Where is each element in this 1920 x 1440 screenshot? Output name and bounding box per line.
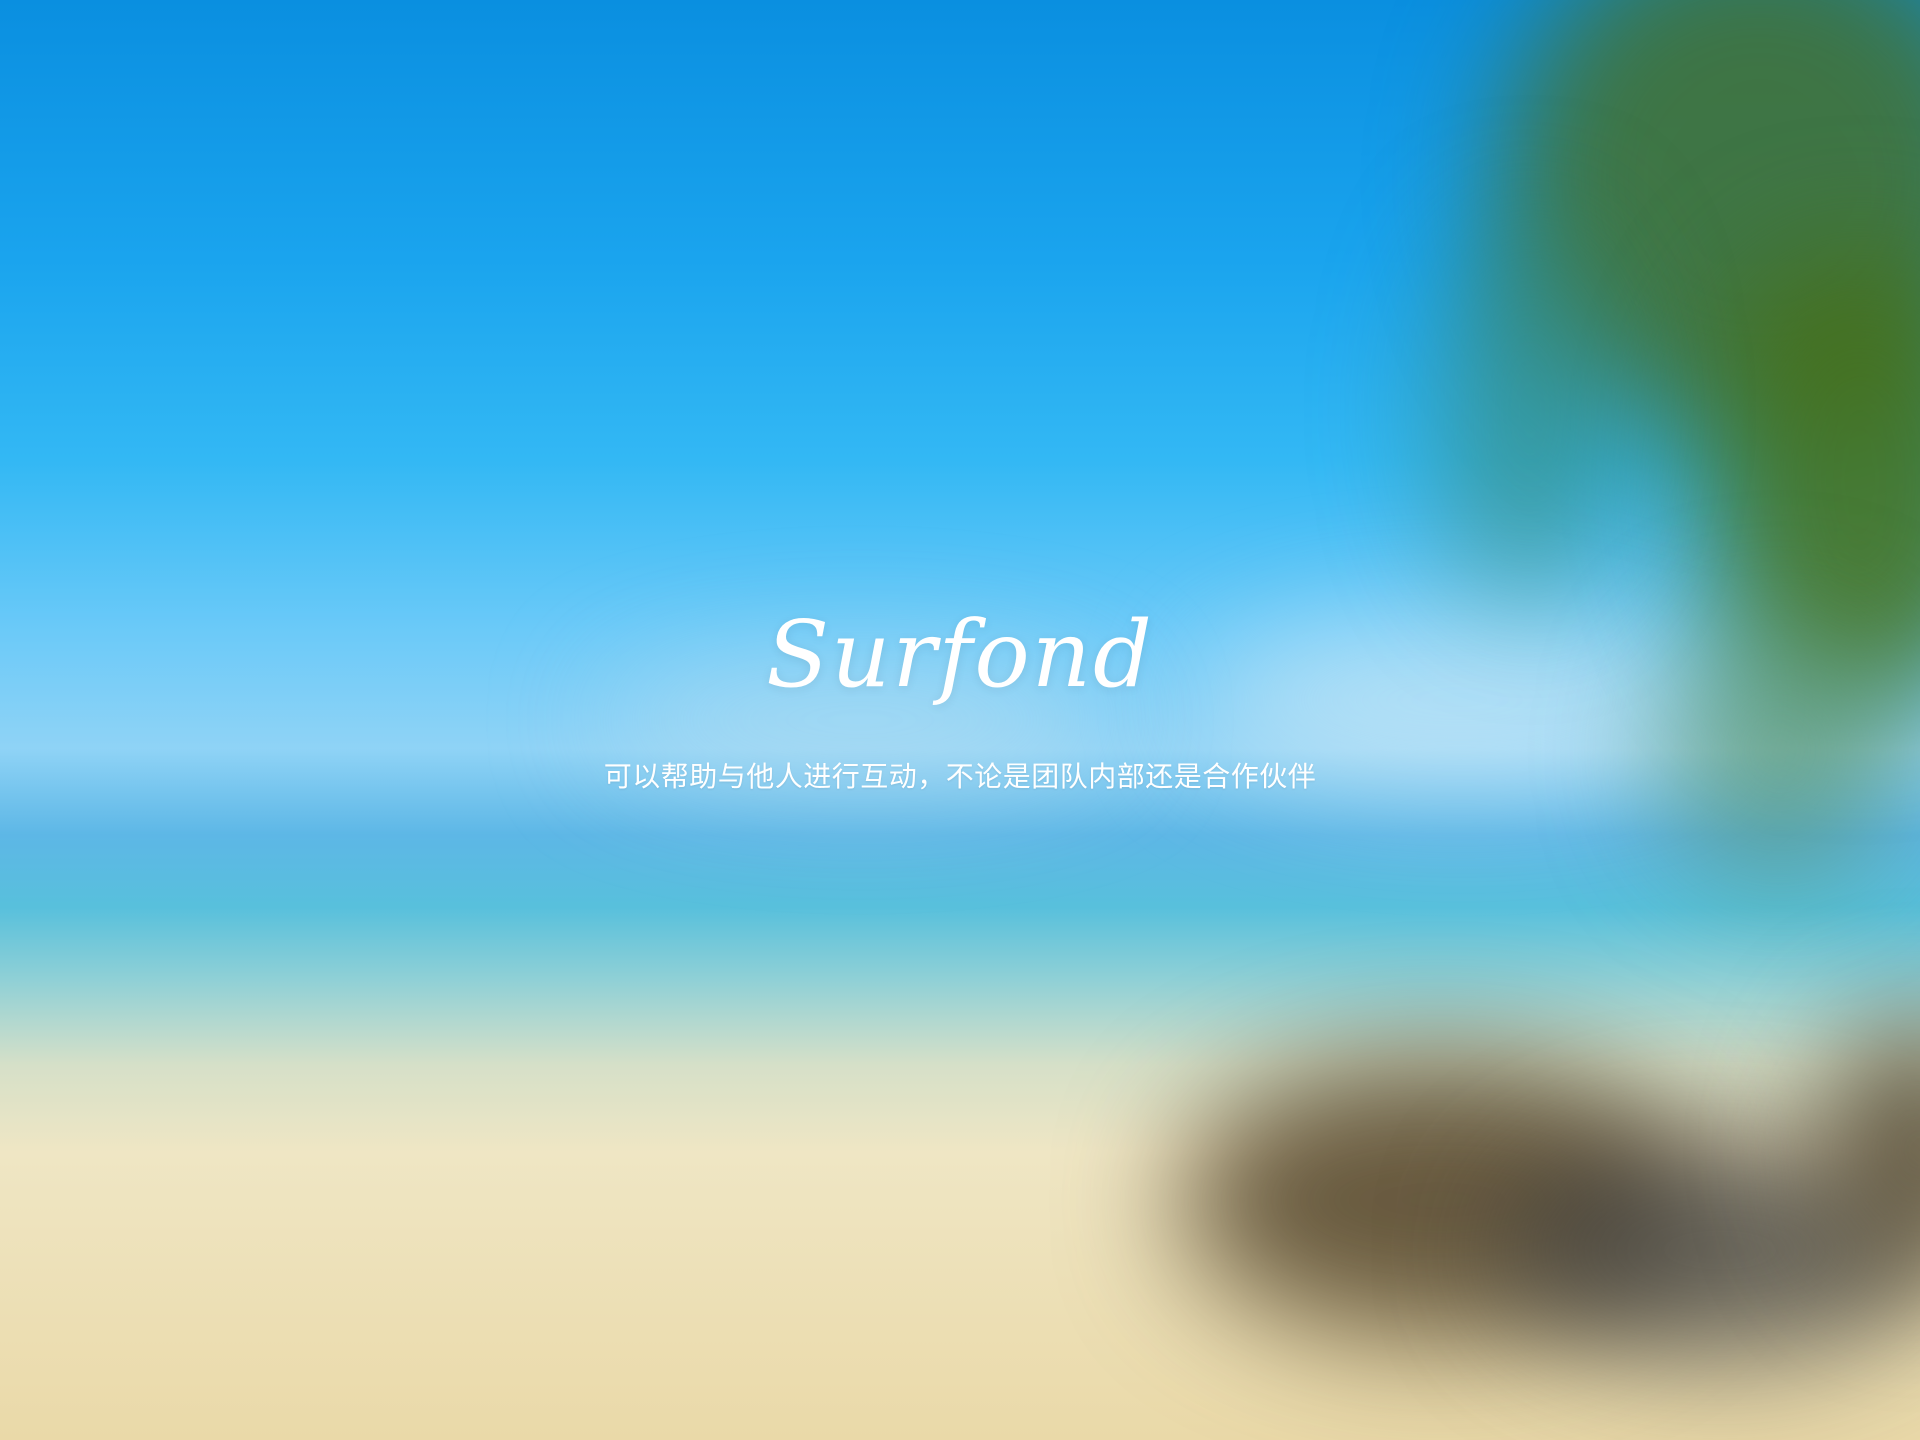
brand-logo: Surfond: [745, 590, 1175, 720]
brand-name: Surfond: [766, 601, 1154, 708]
hero-section: Surfond 可以帮助与他人进行互动，不论是团队内部还是合作伙伴: [0, 0, 1920, 1440]
landing-page: Surfond 可以帮助与他人进行互动，不论是团队内部还是合作伙伴: [0, 0, 1920, 1440]
brand-tagline: 可以帮助与他人进行互动，不论是团队内部还是合作伙伴: [603, 760, 1317, 793]
